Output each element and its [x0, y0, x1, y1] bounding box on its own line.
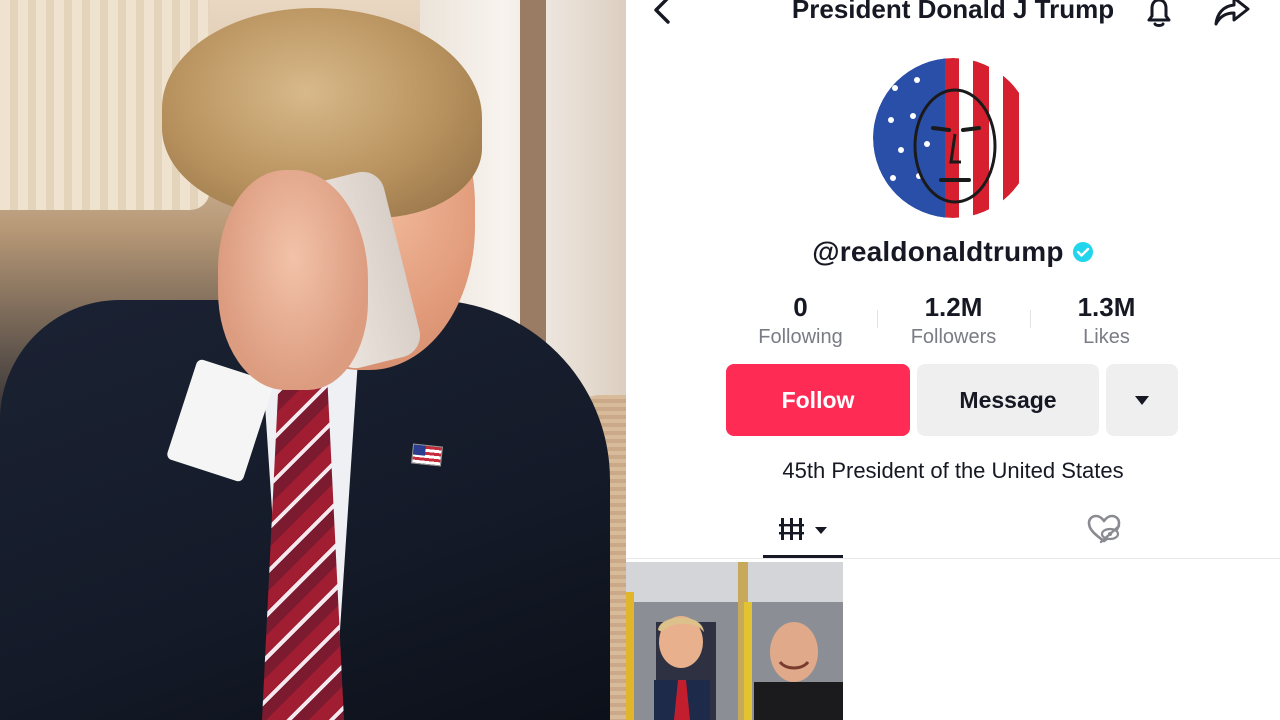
followers-label: Followers [910, 326, 997, 348]
profile-stats: 0 Following 1.2M Followers 1.3M Likes [724, 290, 1184, 352]
following-label: Following [758, 326, 843, 348]
more-options-button[interactable] [1106, 364, 1178, 436]
stat-divider [877, 310, 878, 328]
message-button[interactable]: Message [917, 364, 1099, 436]
thumbnail-image [626, 562, 843, 720]
grid-icon [779, 518, 827, 540]
caret-down-icon [1135, 396, 1149, 405]
followers-count: 1.2M [924, 292, 983, 322]
likes-count: 1.3M [1077, 292, 1136, 322]
verified-badge-icon [1072, 242, 1093, 262]
stat-followers[interactable]: 1.2M Followers [877, 290, 1030, 352]
follow-button[interactable]: Follow [726, 364, 910, 436]
stat-following[interactable]: 0 Following [724, 290, 877, 352]
following-count: 0 [793, 292, 808, 322]
hand [218, 170, 368, 390]
profile-photo [0, 0, 626, 720]
profile-bio: 45th President of the United States [782, 458, 1124, 483]
video-thumbnail[interactable] [626, 562, 843, 720]
video-grid [626, 562, 1280, 720]
handle-row: @realdonaldtrump [626, 232, 1280, 272]
bell-icon[interactable] [1142, 0, 1176, 30]
likes-label: Likes [1083, 326, 1130, 348]
tab-videos[interactable] [763, 500, 843, 558]
tabs-divider [626, 558, 1280, 559]
flag-portrait-avatar [873, 58, 1033, 218]
profile-title: President Donald J Trump [791, 0, 1115, 24]
chevron-left-icon[interactable] [648, 0, 678, 28]
profile-tabs [626, 500, 1280, 560]
username-handle: @realdonaldtrump [812, 236, 1064, 267]
top-bar: President Donald J Trump [626, 0, 1280, 40]
tiktok-profile: President Donald J Trump @realdonaldtrum… [626, 0, 1280, 720]
stat-likes[interactable]: 1.3M Likes [1030, 290, 1183, 352]
avatar[interactable] [873, 58, 1033, 218]
share-arrow-icon[interactable] [1212, 0, 1252, 30]
flag-pin [411, 443, 443, 467]
hidden-heart-icon [1087, 514, 1121, 544]
stat-divider [1030, 310, 1031, 328]
tab-liked[interactable] [1064, 500, 1144, 558]
